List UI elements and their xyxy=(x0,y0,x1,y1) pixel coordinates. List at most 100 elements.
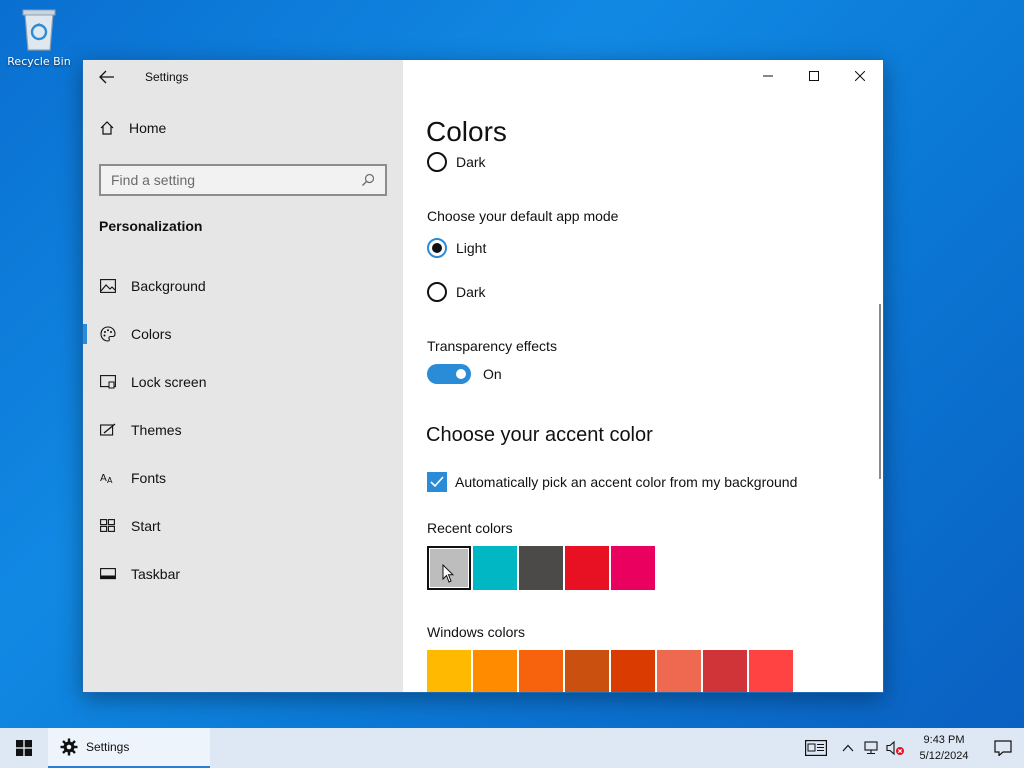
volume-button[interactable] xyxy=(884,728,908,768)
taskbar-icon xyxy=(99,565,117,583)
taskbar-app-label: Settings xyxy=(86,740,130,754)
checkmark-icon xyxy=(430,476,444,488)
close-icon xyxy=(855,71,865,81)
color-swatch[interactable] xyxy=(427,546,471,590)
color-swatch[interactable] xyxy=(565,650,609,692)
nav-item-colors[interactable]: Colors xyxy=(83,310,403,358)
app-title: Settings xyxy=(145,70,189,84)
windows-colors xyxy=(427,650,793,692)
auto-accent-option[interactable]: Automatically pick an accent color from … xyxy=(427,472,797,492)
news-icon xyxy=(805,740,827,756)
back-arrow-icon xyxy=(99,70,114,84)
content-pane: Colors Dark Choose your default app mode… xyxy=(403,60,883,692)
window-controls xyxy=(745,60,883,92)
start-icon xyxy=(99,517,117,535)
recycle-bin-icon xyxy=(22,9,56,51)
color-swatch[interactable] xyxy=(427,650,471,692)
section-title: Personalization xyxy=(99,218,203,234)
radio-label: Dark xyxy=(456,154,486,170)
nav-item-themes[interactable]: Themes xyxy=(83,406,403,454)
auto-accent-checkbox[interactable] xyxy=(427,472,447,492)
windows-colors-heading: Windows colors xyxy=(427,624,526,640)
color-swatch[interactable] xyxy=(703,650,747,692)
color-swatch[interactable] xyxy=(611,546,655,590)
minimize-button[interactable] xyxy=(745,60,791,92)
accent-heading: Choose your accent color xyxy=(426,424,653,446)
transparency-heading: Transparency effects xyxy=(427,338,557,354)
color-swatch[interactable] xyxy=(657,650,701,692)
back-button[interactable] xyxy=(83,60,131,94)
color-swatch[interactable] xyxy=(749,650,793,692)
toggle-state-label: On xyxy=(483,366,502,382)
show-hidden-icons-button[interactable] xyxy=(836,728,860,768)
taskbar: Settings 9:43 PM 5/12/2024 xyxy=(0,728,1024,768)
home-icon xyxy=(100,121,114,135)
checkbox-label: Automatically pick an accent color from … xyxy=(455,474,798,490)
svg-text:A: A xyxy=(107,476,113,485)
windows-logo-icon xyxy=(16,740,32,756)
clock-date: 5/12/2024 xyxy=(919,750,969,762)
search-box[interactable] xyxy=(99,164,387,196)
fonts-icon: AA xyxy=(99,469,117,487)
action-center-button[interactable] xyxy=(982,728,1024,768)
chevron-up-icon xyxy=(842,744,854,752)
svg-text:A: A xyxy=(100,473,107,484)
nav-item-label: Themes xyxy=(131,422,182,438)
transparency-toggle-row: On xyxy=(427,364,502,384)
nav-item-fonts[interactable]: AA Fonts xyxy=(83,454,403,502)
volume-muted-icon xyxy=(886,740,904,756)
gear-icon xyxy=(60,738,78,756)
nav-item-lock-screen[interactable]: Lock screen xyxy=(83,358,403,406)
clock-time: 9:43 PM xyxy=(923,734,965,746)
recent-colors-heading: Recent colors xyxy=(427,520,513,536)
start-button[interactable] xyxy=(0,728,48,768)
app-mode-heading: Choose your default app mode xyxy=(427,208,619,224)
clock[interactable]: 9:43 PM 5/12/2024 xyxy=(912,732,976,764)
nav-item-label: Start xyxy=(131,518,161,534)
color-swatch[interactable] xyxy=(565,546,609,590)
nav-item-taskbar[interactable]: Taskbar xyxy=(83,550,403,598)
radio-label: Dark xyxy=(456,284,486,300)
title-bar: Settings xyxy=(83,60,403,94)
nav-item-label: Background xyxy=(131,278,206,294)
color-swatch[interactable] xyxy=(611,650,655,692)
scrollbar[interactable] xyxy=(879,304,881,479)
radio-button[interactable] xyxy=(427,282,447,302)
color-swatch[interactable] xyxy=(473,650,517,692)
nav-home[interactable]: Home xyxy=(99,120,166,136)
nav-item-label: Fonts xyxy=(131,470,167,486)
network-button[interactable] xyxy=(860,728,884,768)
app-mode-dark-option[interactable]: Dark xyxy=(427,282,486,302)
recycle-bin-label: Recycle Bin xyxy=(7,55,71,68)
recent-colors xyxy=(427,546,655,590)
nav-item-start[interactable]: Start xyxy=(83,502,403,550)
search-icon xyxy=(362,173,375,186)
color-swatch[interactable] xyxy=(519,650,563,692)
radio-button-checked[interactable] xyxy=(427,238,447,258)
taskbar-settings-app[interactable]: Settings xyxy=(48,728,210,768)
lock-screen-icon xyxy=(99,373,117,391)
color-swatch[interactable] xyxy=(473,546,517,590)
network-icon xyxy=(864,741,878,755)
news-button[interactable] xyxy=(796,728,836,768)
nav-item-label: Lock screen xyxy=(131,374,207,390)
minimize-icon xyxy=(763,75,773,77)
nav-item-background[interactable]: Background xyxy=(83,262,403,310)
notification-icon xyxy=(994,740,1012,756)
transparency-toggle[interactable] xyxy=(427,364,471,384)
navigation-pane: Settings Home Personalization Background xyxy=(83,60,403,692)
system-tray: 9:43 PM 5/12/2024 xyxy=(796,728,1024,768)
close-button[interactable] xyxy=(837,60,883,92)
palette-icon xyxy=(99,325,117,343)
recycle-bin[interactable]: Recycle Bin xyxy=(4,6,74,68)
mouse-cursor-icon xyxy=(442,564,454,583)
radio-button[interactable] xyxy=(427,152,447,172)
image-icon xyxy=(99,277,117,295)
windows-mode-dark-option[interactable]: Dark xyxy=(427,152,486,172)
search-input[interactable] xyxy=(111,172,341,188)
maximize-button[interactable] xyxy=(791,60,837,92)
radio-label: Light xyxy=(456,240,487,256)
nav-item-label: Taskbar xyxy=(131,566,181,582)
app-mode-light-option[interactable]: Light xyxy=(427,238,486,258)
color-swatch[interactable] xyxy=(519,546,563,590)
